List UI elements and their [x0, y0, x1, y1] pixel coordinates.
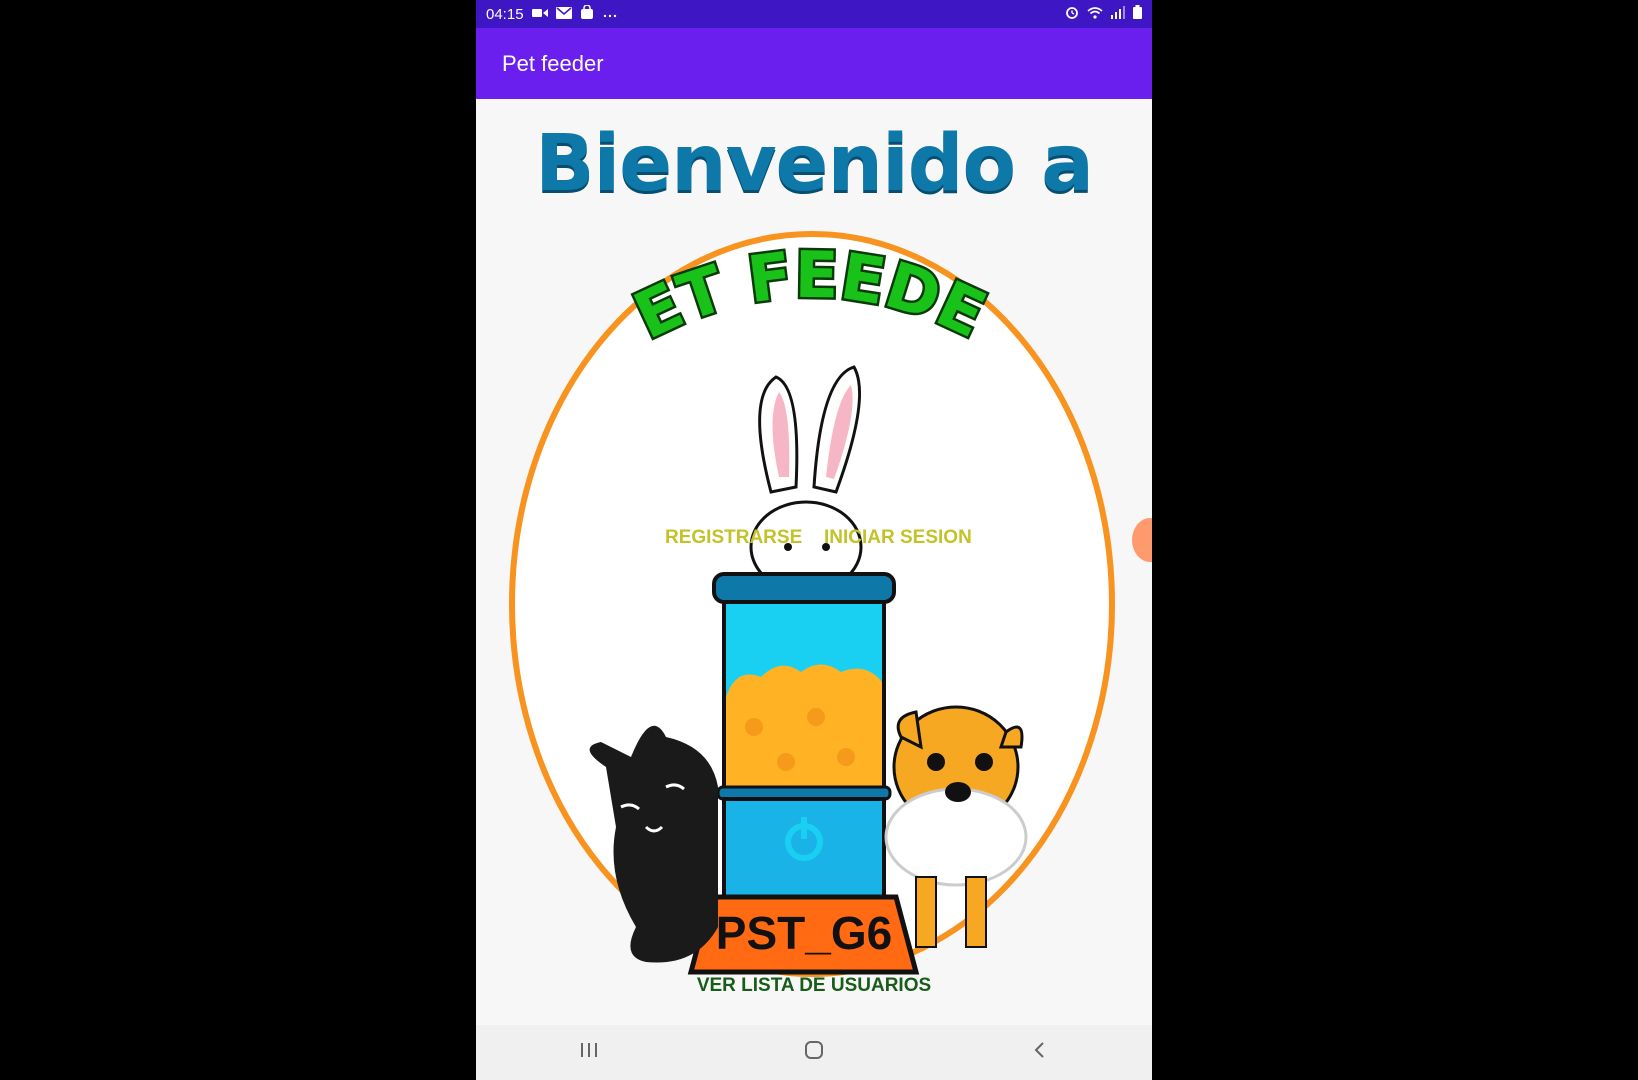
welcome-heading: Bienvenido a: [535, 119, 1094, 209]
status-bar: 04:15: [476, 0, 1152, 28]
app-title: Pet feeder: [502, 50, 604, 76]
home-icon: [804, 1040, 824, 1065]
home-button[interactable]: [774, 1025, 854, 1080]
login-button[interactable]: INICIAR SESION: [824, 527, 972, 549]
nav-bar: [476, 1025, 1152, 1080]
recent-apps-icon: [580, 1042, 598, 1063]
video-icon: [531, 6, 548, 23]
battery-icon: [1133, 5, 1142, 23]
phone-screen: 04:15 Pet feeder Bienvenido a ET FEEDE P…: [476, 0, 1152, 1080]
status-time: 04:15: [486, 5, 524, 23]
logo-base-label: PST_G6: [716, 907, 892, 959]
feeder-illustration: PST_G6: [687, 572, 920, 975]
app-bar: Pet feeder: [476, 28, 1152, 99]
back-button[interactable]: [999, 1025, 1079, 1080]
pet-feeder-logo: PET FEEDER: [496, 227, 1115, 977]
mail-icon: [555, 6, 572, 23]
wifi-icon: [1087, 6, 1103, 23]
back-icon: [1033, 1041, 1045, 1064]
register-button[interactable]: REGISTRARSE: [665, 527, 802, 549]
main-content: Bienvenido a PET FEEDER: [476, 99, 1152, 1025]
alarm-icon: [1065, 5, 1079, 23]
bag-icon: [580, 4, 594, 23]
more-dots-icon: [602, 6, 618, 23]
users-list-button[interactable]: VER LISTA DE USUARIOS: [476, 975, 1152, 997]
signal-icon: [1111, 5, 1125, 23]
recent-apps-button[interactable]: [549, 1025, 629, 1080]
